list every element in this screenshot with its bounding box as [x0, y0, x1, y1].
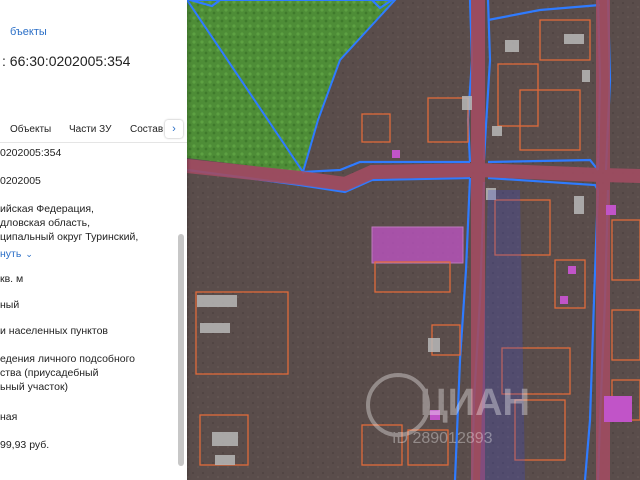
objects-link[interactable]: бъекты — [10, 26, 47, 38]
selected-plot[interactable] — [371, 226, 464, 264]
panel-tabs: Объекты Части ЗУ Состав › — [0, 118, 187, 143]
row-cadastral-cost: 99,93 руб. — [0, 439, 50, 451]
watermark-brand: ЦИАН — [420, 382, 530, 424]
row-permitted-use-2: ства (приусадебный — [0, 367, 99, 379]
watermark-id: ID 289012893 — [392, 430, 493, 447]
row-permitted-use-1: едения личного подсобного — [0, 353, 136, 365]
panel-scrollbar-thumb[interactable] — [178, 234, 184, 466]
row-cadastral-quarter: 0202005 — [0, 175, 41, 187]
tab-parcel-parts[interactable]: Части ЗУ — [69, 124, 111, 135]
row-ownership: ная — [0, 411, 18, 423]
tab-composition[interactable]: Состав — [130, 124, 163, 135]
row-status: ный — [0, 299, 20, 311]
expand-label: нуть — [0, 248, 22, 260]
row-area: кв. м — [0, 273, 24, 285]
tabs-next-button[interactable]: › — [165, 120, 183, 138]
row-address-line-3: ципальный округ Туринский, — [0, 231, 139, 243]
expand-address-link[interactable]: нуть ⌄ — [0, 247, 33, 261]
chevron-right-icon: › — [172, 123, 176, 135]
cadastral-number-title: : 66:30:0202005:354 — [2, 53, 131, 69]
tab-objects[interactable]: Объекты — [10, 124, 51, 135]
row-address-line-1: ийская Федерация, — [0, 203, 94, 215]
row-address-line-2: дловская область, — [0, 217, 90, 229]
row-land-category: и населенных пунктов — [0, 325, 108, 337]
row-cadastral-number: 0202005:354 — [0, 147, 62, 159]
chevron-down-icon: ⌄ — [25, 249, 33, 259]
row-permitted-use-3: ьный участок) — [0, 381, 69, 393]
parcel-info-panel: бъекты : 66:30:0202005:354 Объекты Части… — [0, 0, 187, 480]
